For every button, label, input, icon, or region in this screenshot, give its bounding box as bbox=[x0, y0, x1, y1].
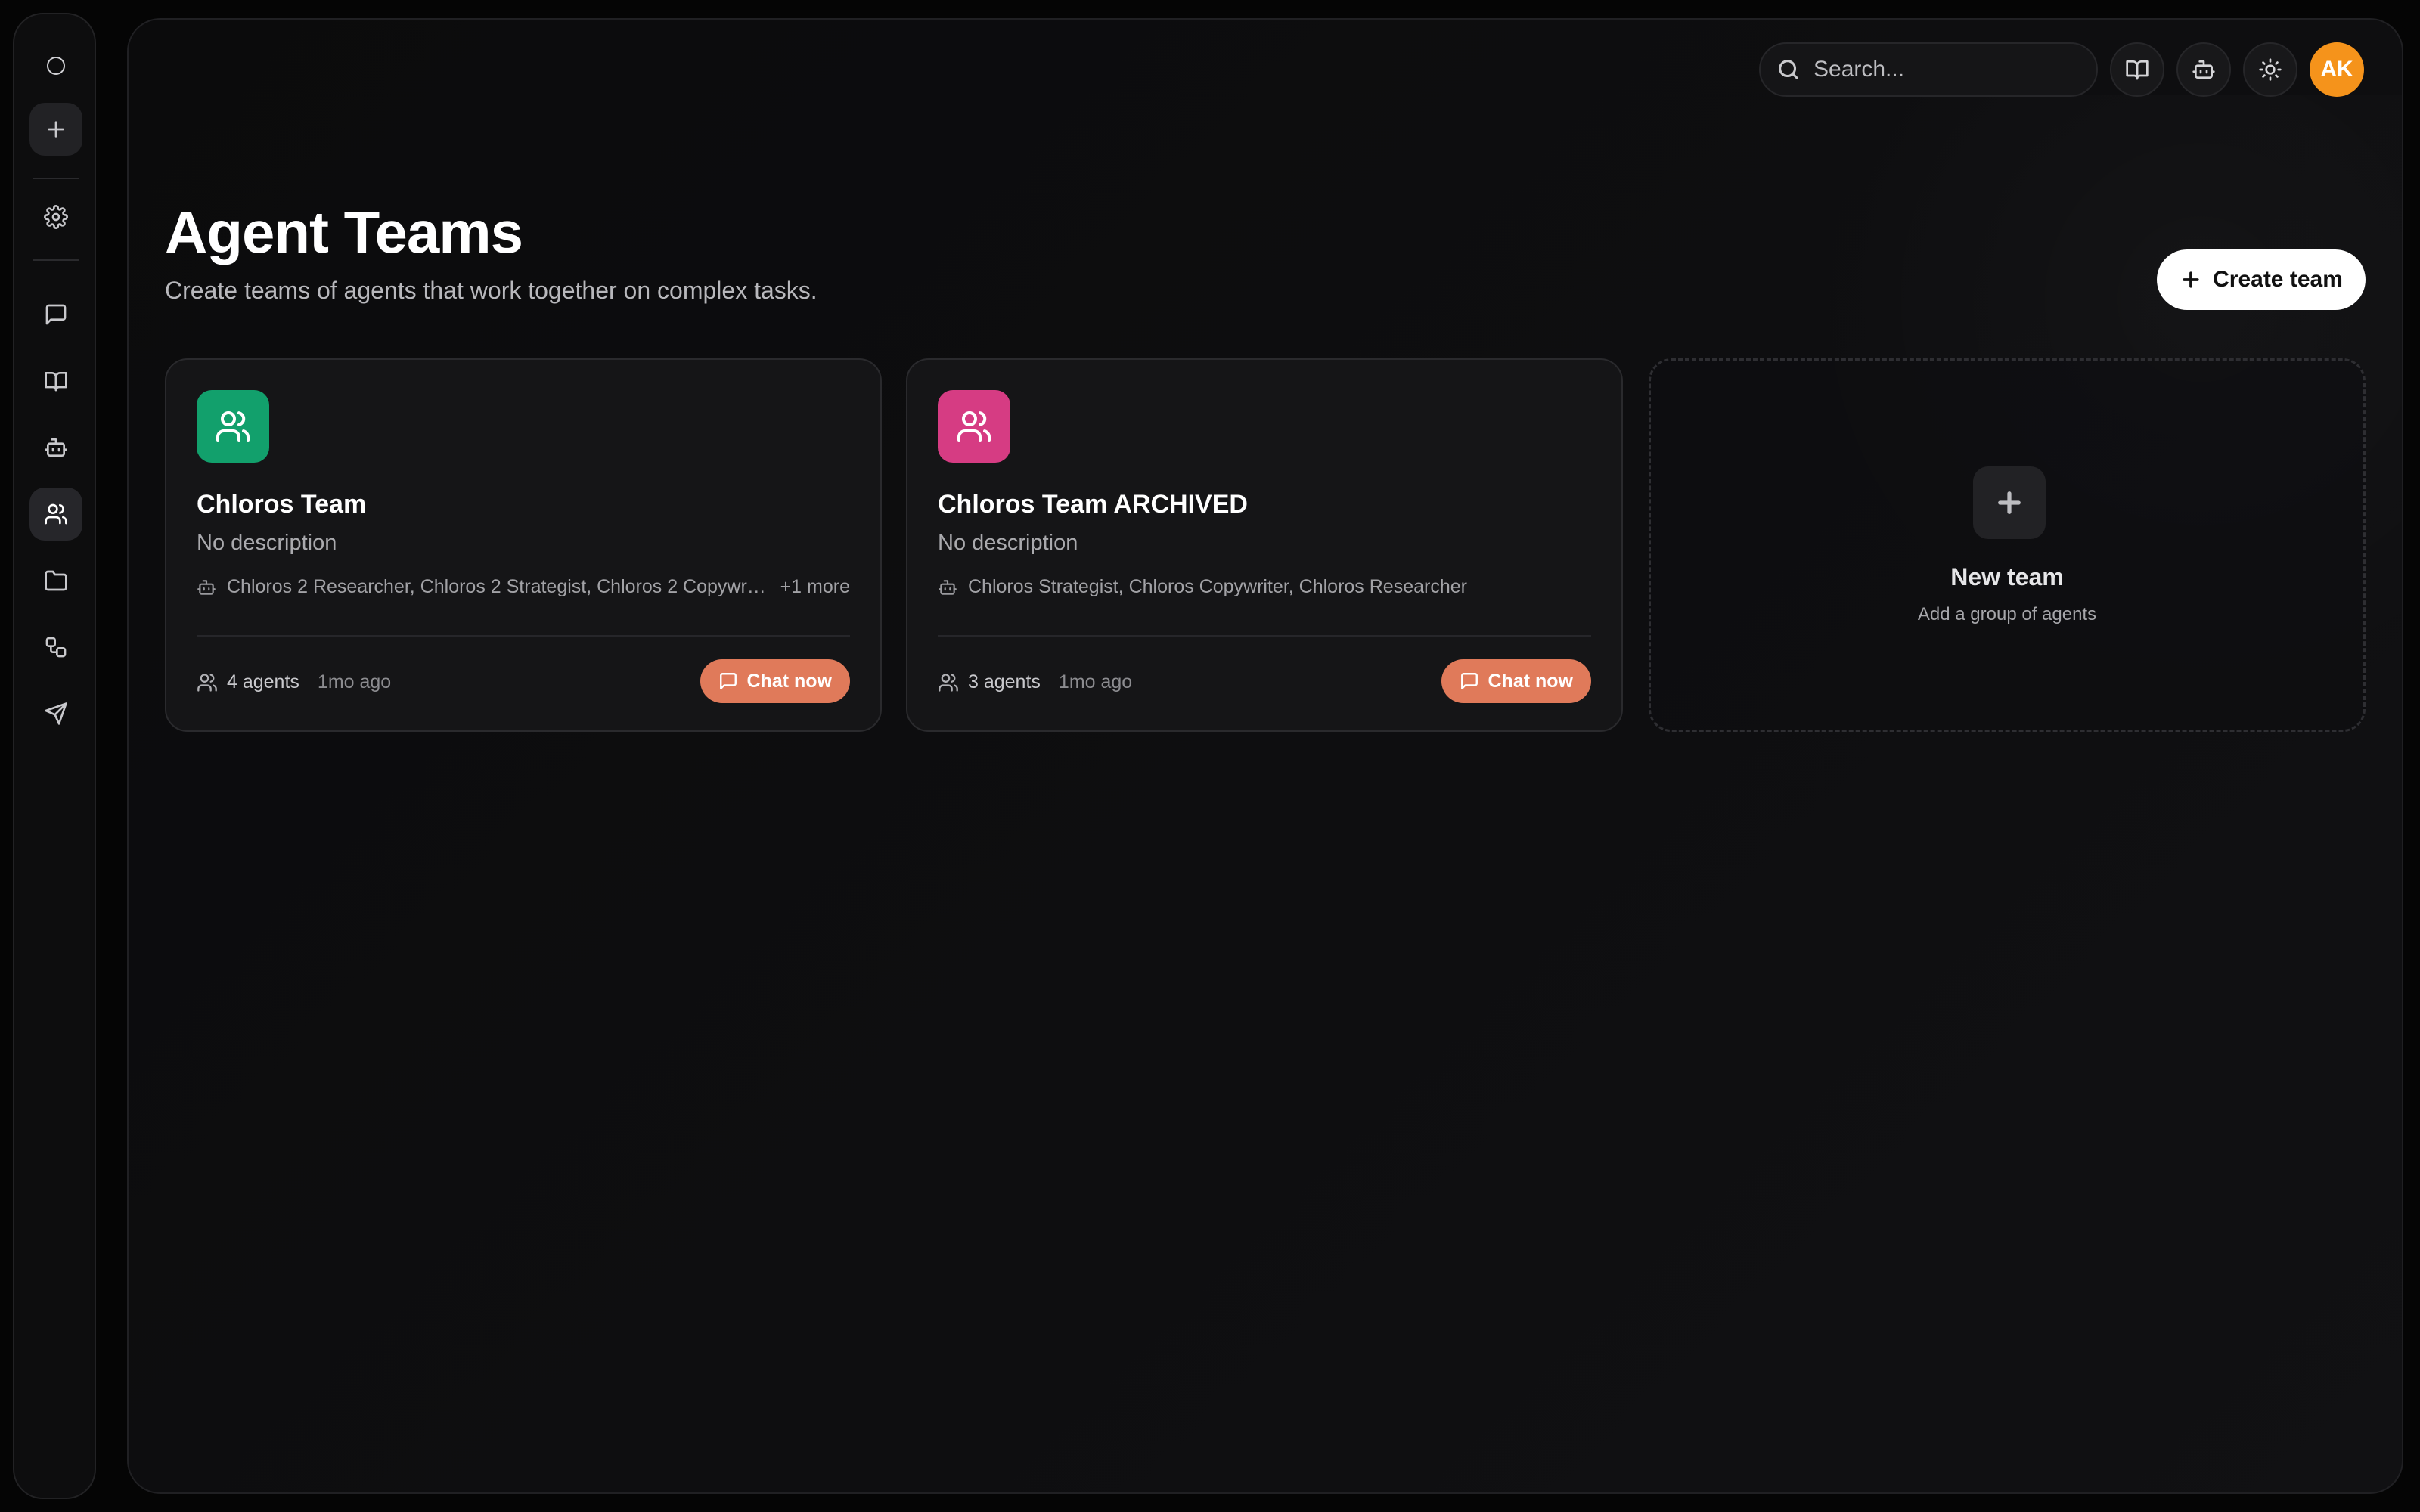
users-icon bbox=[197, 673, 217, 692]
sidebar-item-send[interactable] bbox=[29, 687, 82, 740]
card-footer: 4 agents 1mo ago bbox=[197, 671, 391, 693]
sidebar-item-settings[interactable] bbox=[29, 191, 82, 243]
avatar[interactable]: AK bbox=[2310, 42, 2364, 97]
users-icon bbox=[216, 411, 250, 442]
new-chat-button[interactable] bbox=[29, 103, 82, 156]
team-name: Chloros Team ARCHIVED bbox=[938, 490, 1248, 519]
circle-icon[interactable] bbox=[47, 57, 65, 75]
main-panel: Search... AK Agent Teams Create teams of… bbox=[127, 18, 2403, 1494]
page-title: Agent Teams bbox=[165, 199, 523, 265]
new-team-subtitle: Add a group of agents bbox=[1917, 604, 2097, 624]
sidebar-item-agents[interactable] bbox=[29, 421, 82, 474]
create-team-button[interactable]: Create team bbox=[2157, 249, 2366, 310]
bot-icon bbox=[939, 579, 957, 595]
search-placeholder: Search... bbox=[1813, 57, 1905, 82]
card-divider bbox=[197, 635, 850, 637]
chat-icon bbox=[719, 673, 737, 689]
chat-now-label: Chat now bbox=[1488, 670, 1574, 692]
chat-now-button[interactable]: Chat now bbox=[700, 659, 850, 703]
create-team-label: Create team bbox=[2213, 267, 2343, 292]
team-avatar bbox=[197, 390, 269, 463]
agents-button[interactable] bbox=[2176, 42, 2231, 97]
sidebar-item-workflows[interactable] bbox=[29, 621, 82, 674]
bot-icon bbox=[45, 438, 67, 457]
sidebar-divider bbox=[33, 178, 79, 179]
team-name: Chloros Team bbox=[197, 490, 367, 519]
more-agents-count: +1 more bbox=[780, 576, 850, 597]
team-description: No description bbox=[197, 531, 337, 555]
team-agents: Chloros 2 Researcher, Chloros 2 Strategi… bbox=[197, 576, 850, 598]
sidebar-item-teams[interactable] bbox=[29, 488, 82, 541]
folder-icon bbox=[45, 570, 67, 591]
new-team-plus bbox=[1973, 466, 2046, 539]
bot-icon bbox=[2192, 60, 2215, 79]
bot-icon bbox=[197, 579, 216, 595]
chat-now-button[interactable]: Chat now bbox=[1441, 659, 1591, 703]
team-agents: Chloros Strategist, Chloros Copywriter, … bbox=[938, 576, 1591, 598]
agent-count: 4 agents bbox=[227, 671, 299, 692]
updated-time: 1mo ago bbox=[317, 671, 392, 692]
users-icon bbox=[45, 503, 67, 525]
theme-toggle-button[interactable] bbox=[2243, 42, 2297, 97]
card-footer: 3 agents 1mo ago bbox=[938, 671, 1132, 693]
search-input[interactable]: Search... bbox=[1759, 42, 2098, 97]
plus-icon bbox=[1998, 491, 2021, 514]
team-card[interactable]: Chloros Team ARCHIVED No description Chl… bbox=[906, 358, 1623, 732]
team-description: No description bbox=[938, 531, 1078, 555]
users-icon bbox=[939, 673, 958, 692]
docs-button[interactable] bbox=[2110, 42, 2164, 97]
sidebar-item-knowledge[interactable] bbox=[29, 355, 82, 407]
sidebar-item-files[interactable] bbox=[29, 554, 82, 607]
team-agent-names: Chloros Strategist, Chloros Copywriter, … bbox=[968, 576, 1467, 597]
sidebar bbox=[13, 13, 96, 1499]
chat-icon bbox=[45, 304, 67, 325]
sun-icon bbox=[2259, 58, 2282, 81]
team-card[interactable]: Chloros Team No description Chloros 2 Re… bbox=[165, 358, 882, 732]
send-icon bbox=[45, 702, 67, 725]
gear-icon bbox=[44, 205, 68, 229]
plus-icon bbox=[2183, 271, 2199, 288]
users-icon bbox=[957, 411, 991, 442]
new-team-title: New team bbox=[1950, 563, 2064, 590]
card-divider bbox=[938, 635, 1591, 637]
page-subtitle: Create teams of agents that work togethe… bbox=[165, 277, 818, 304]
sidebar-item-chats[interactable] bbox=[29, 288, 82, 341]
search-icon bbox=[1779, 60, 1798, 79]
new-team-card[interactable]: New team Add a group of agents bbox=[1649, 358, 2366, 732]
book-icon bbox=[45, 372, 67, 392]
team-agent-names: Chloros 2 Researcher, Chloros 2 Strategi… bbox=[227, 576, 768, 597]
team-avatar bbox=[938, 390, 1010, 463]
chat-now-label: Chat now bbox=[746, 670, 833, 692]
workflow-icon bbox=[45, 637, 67, 658]
plus-icon bbox=[48, 121, 64, 138]
chat-icon bbox=[1460, 673, 1478, 689]
book-icon bbox=[2126, 60, 2149, 80]
sidebar-divider bbox=[33, 259, 79, 261]
agent-count: 3 agents bbox=[968, 671, 1041, 692]
updated-time: 1mo ago bbox=[1058, 671, 1133, 692]
